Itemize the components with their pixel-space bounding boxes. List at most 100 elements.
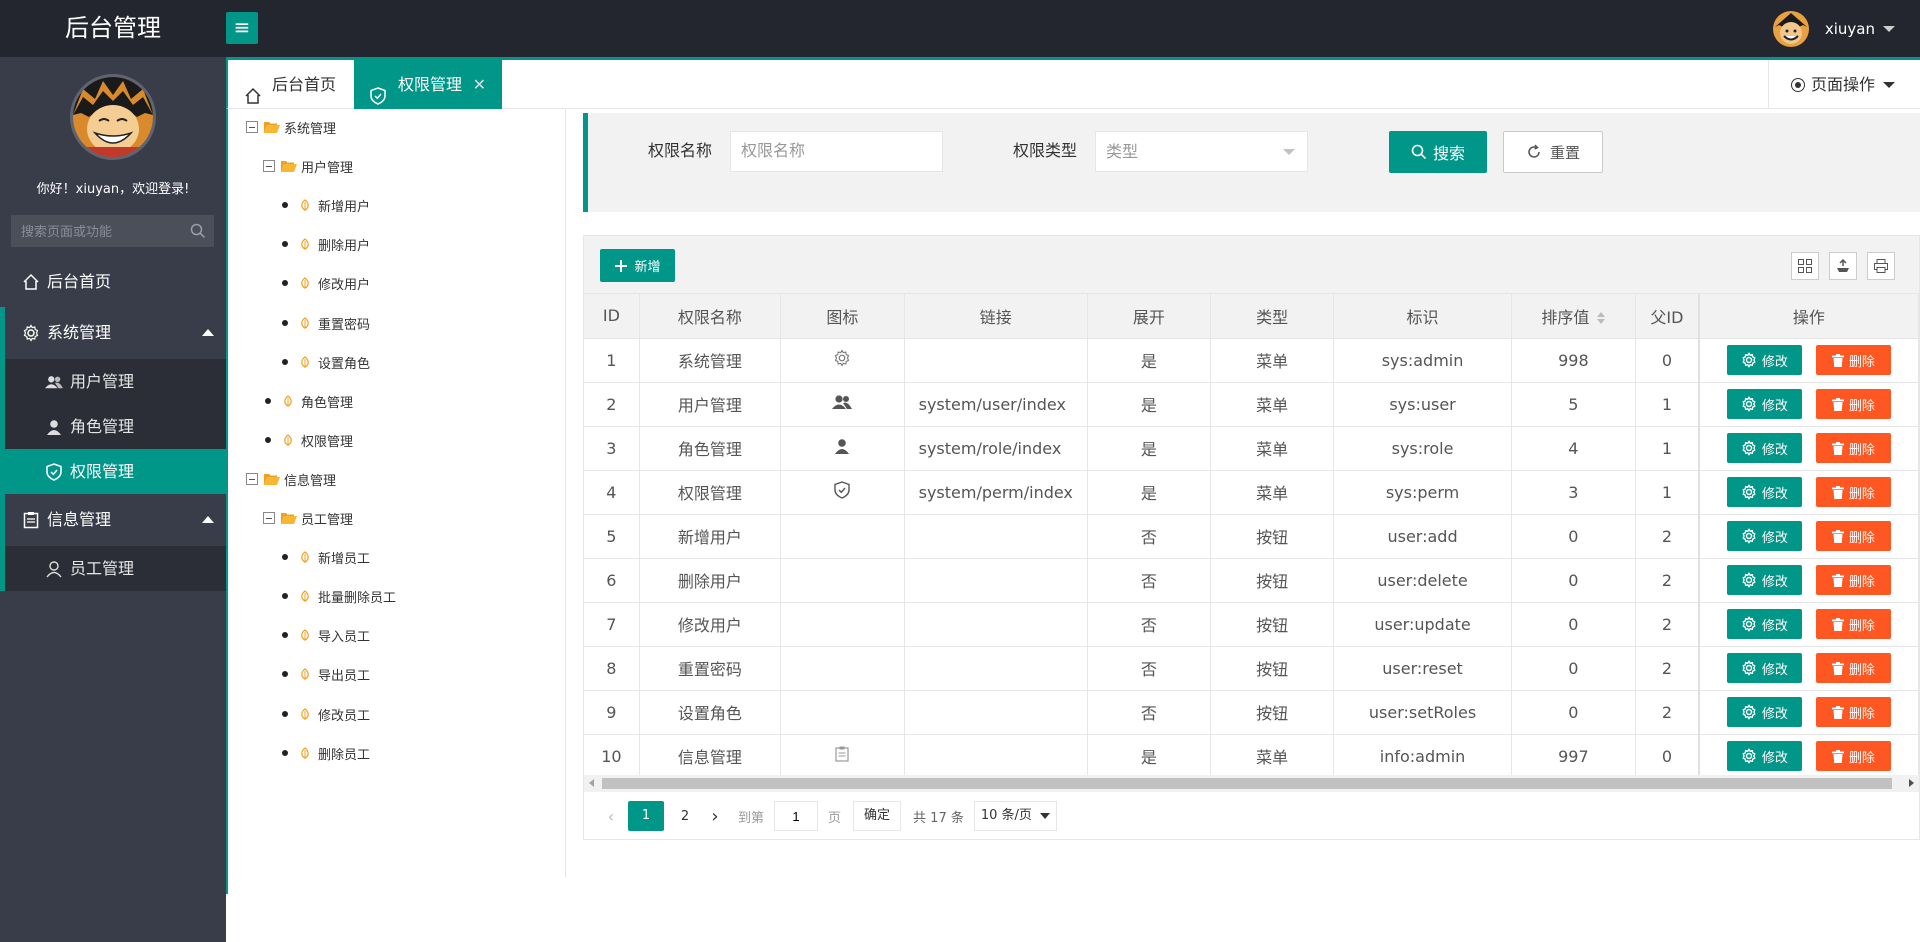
sidebar-item-users[interactable]: 用户管理 [5,359,226,404]
table-row[interactable]: 4 权限管理 system/perm/index 是菜单 sys:perm 3 1 修改 删除 [584,470,1919,515]
goto-page-input[interactable] [774,801,819,831]
tree-node[interactable]: 新增员工 [282,547,370,567]
delete-button[interactable]: 删除 [1815,521,1891,551]
edit-button[interactable]: 修改 [1726,609,1802,639]
next-page-icon[interactable]: › [700,806,730,827]
edit-button[interactable]: 修改 [1726,345,1802,375]
sort-icon[interactable] [1597,312,1606,325]
grid-icon [1798,259,1812,273]
edit-button[interactable]: 修改 [1726,521,1802,551]
edit-button[interactable]: 修改 [1726,477,1802,507]
tree-node[interactable]: 导出员工 [282,664,370,684]
collapse-icon[interactable] [263,512,275,524]
sidebar-group-system[interactable]: 系统管理 [0,307,226,359]
tree-node[interactable]: 修改用户 [282,273,370,293]
horizontal-scrollbar[interactable] [584,775,1919,792]
search-button[interactable]: 搜索 [1389,131,1487,173]
prev-page-icon[interactable]: ‹ [600,807,622,826]
tree-node[interactable]: 设置角色 [282,352,370,372]
table-row[interactable]: 2 用户管理 system/user/index 是菜单 sys:user 5 1 修改 删除 [584,382,1919,427]
tree-node[interactable]: 信息管理 [246,469,336,489]
sidebar-group-info[interactable]: 信息管理 [0,494,226,546]
table-row[interactable]: 9 设置角色 否按钮 user:setRoles 0 2 修改 删除 [584,690,1919,735]
tree-node[interactable]: 批量删除员工 [282,586,396,606]
edit-button[interactable]: 修改 [1726,697,1802,727]
tree-node[interactable]: 删除用户 [282,234,370,254]
page-number[interactable]: 2 [670,809,700,824]
tree-node[interactable]: 系统管理 [246,117,336,137]
page-size-select[interactable]: 10 条/页 [973,801,1057,831]
reset-button[interactable]: 重置 [1503,131,1603,173]
col-header-name[interactable]: 权限名称 [639,294,782,339]
tree-node[interactable]: 删除员工 [282,743,370,763]
add-button[interactable]: 新增 [600,249,675,282]
sidebar-item-employees[interactable]: 员工管理 [5,546,226,591]
scrollbar-thumb[interactable] [602,778,1892,789]
tree-node[interactable]: 权限管理 [265,430,353,450]
sidebar-group-label: 信息管理 [47,510,112,529]
edit-button[interactable]: 修改 [1726,653,1802,683]
user-menu[interactable]: xiuyan [1772,10,1895,47]
tree-node[interactable]: 修改员工 [282,704,370,724]
tree-node[interactable]: 员工管理 [263,508,353,528]
tab-permissions[interactable]: 权限管理 ✕ [354,60,502,109]
sidebar-item-permissions[interactable]: 权限管理 [5,449,226,494]
delete-button[interactable]: 删除 [1815,653,1891,683]
tree-node[interactable]: 重置密码 [282,313,370,333]
delete-button[interactable]: 删除 [1815,477,1891,507]
table-row[interactable]: 5 新增用户 否按钮 user:add 0 2 修改 删除 [584,514,1919,559]
trash-icon [1831,353,1844,367]
col-header-perm[interactable]: 标识 [1333,294,1512,339]
col-header-link[interactable]: 链接 [904,294,1088,339]
col-header-pid[interactable]: 父ID [1635,294,1700,339]
tree-node[interactable]: 角色管理 [265,391,353,411]
page-operations-dropdown[interactable]: 页面操作 [1768,60,1920,109]
delete-button[interactable]: 删除 [1815,433,1891,463]
table-row[interactable]: 7 修改用户 否按钮 user:update 0 2 修改 删除 [584,602,1919,647]
export-button[interactable] [1829,252,1857,280]
sidebar-submenu-system: 用户管理 角色管理 权限管理 [0,359,226,494]
tree-node[interactable]: 用户管理 [263,156,353,176]
edit-button[interactable]: 修改 [1726,565,1802,595]
col-header-expand[interactable]: 展开 [1087,294,1211,339]
search-icon[interactable] [190,223,206,243]
scroll-right-icon[interactable] [1909,779,1914,787]
chevron-up-icon [202,516,214,523]
table-row[interactable]: 1 系统管理 是菜单 sys:admin 998 0 修改 删除 [584,338,1919,383]
page-current[interactable]: 1 [628,801,664,831]
delete-button[interactable]: 删除 [1815,741,1891,771]
delete-button[interactable]: 删除 [1815,697,1891,727]
collapse-icon[interactable] [246,121,258,133]
collapse-icon[interactable] [263,160,275,172]
sidebar-item-home[interactable]: 后台首页 [0,257,226,307]
tab-home[interactable]: 后台首页 [228,60,354,109]
tree-node[interactable]: 新增用户 [282,195,370,215]
col-header-sort[interactable]: 排序值 [1511,294,1637,339]
delete-button[interactable]: 删除 [1815,609,1891,639]
tree-node[interactable]: 导入员工 [282,625,370,645]
edit-button[interactable]: 修改 [1726,389,1802,419]
edit-button[interactable]: 修改 [1726,741,1802,771]
col-header-id[interactable]: ID [584,294,640,339]
table-row[interactable]: 6 删除用户 否按钮 user:delete 0 2 修改 删除 [584,558,1919,603]
table-row[interactable]: 3 角色管理 system/role/index 是菜单 sys:role 4 1 修改 删除 [584,426,1919,471]
col-header-type[interactable]: 类型 [1210,294,1335,339]
perm-type-select[interactable]: 类型 [1095,131,1308,172]
collapse-icon[interactable] [246,473,258,485]
goto-confirm-button[interactable]: 确定 [853,801,902,831]
table-row[interactable]: 10 信息管理 是菜单 info:admin 997 0 修改 删除 [584,734,1919,779]
close-icon[interactable]: ✕ [473,60,486,109]
print-button[interactable] [1867,252,1895,280]
menu-toggle-button[interactable]: ≡ [226,12,258,44]
delete-button[interactable]: 删除 [1815,345,1891,375]
columns-filter-button[interactable] [1791,252,1819,280]
col-header-icon[interactable]: 图标 [780,294,905,339]
delete-button[interactable]: 删除 [1815,565,1891,595]
delete-button[interactable]: 删除 [1815,389,1891,419]
sidebar-search-input[interactable] [11,215,181,247]
scroll-left-icon[interactable] [589,779,594,787]
sidebar-item-roles[interactable]: 角色管理 [5,404,226,449]
perm-name-input[interactable] [730,131,943,172]
table-row[interactable]: 8 重置密码 否按钮 user:reset 0 2 修改 删除 [584,646,1919,691]
edit-button[interactable]: 修改 [1726,433,1802,463]
